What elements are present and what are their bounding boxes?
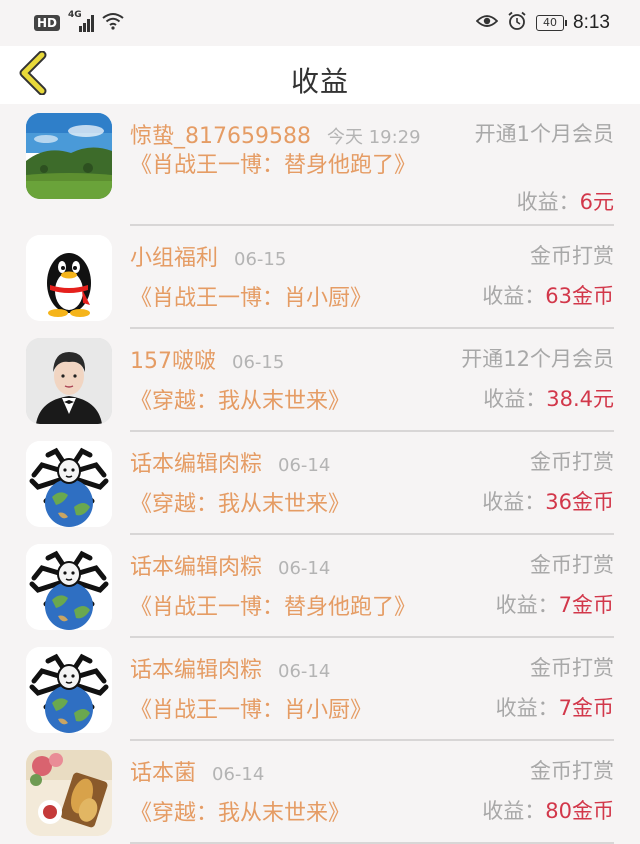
entry-action: 开通1个月会员 xyxy=(474,122,614,146)
book-title: 《穿越：我从末世来》 xyxy=(130,801,351,826)
entry-time: 06-14 xyxy=(278,455,331,476)
battery-icon: 40 xyxy=(536,15,568,31)
user-name: 话本菌 xyxy=(130,761,197,786)
entry-content: 话本编辑肉粽 06-14 金币打赏 《肖战王一博：肖小厨》 收益：7金币 xyxy=(130,652,614,741)
list-item[interactable]: 话本编辑肉粽 06-14 金币打赏 《肖战王一博：肖小厨》 收益：7金币 xyxy=(0,638,640,741)
entry-time: 06-15 xyxy=(232,352,285,373)
earning-label: 收益： xyxy=(495,696,559,720)
entry-action: 金币打赏 xyxy=(530,656,614,680)
cellular-signal-icon: 4G xyxy=(68,10,95,32)
entry-action: 金币打赏 xyxy=(530,244,614,268)
earning-value: 7金币 xyxy=(558,593,614,617)
earning: 收益：6元 xyxy=(517,186,614,216)
book-title: 《肖战王一博：肖小厨》 xyxy=(130,698,373,723)
entry-content: 惊蛰_817659588 今天 19:29 开通1个月会员 《肖战王一博：替身他跑… xyxy=(130,118,614,226)
eye-icon xyxy=(475,13,499,33)
list-item[interactable]: 惊蛰_817659588 今天 19:29 开通1个月会员 《肖战王一博：替身他跑… xyxy=(0,104,640,226)
user-name: 小组福利 xyxy=(130,246,219,271)
earning-label: 收益： xyxy=(483,387,547,411)
nav-bar: 收益 xyxy=(0,46,640,104)
wifi-icon xyxy=(102,12,124,34)
user-name: 话本编辑肉粽 xyxy=(130,555,263,580)
earning-label: 收益： xyxy=(482,799,546,823)
entry-action: 金币打赏 xyxy=(530,450,614,474)
user-name: 话本编辑肉粽 xyxy=(130,658,263,683)
page-title: 收益 xyxy=(290,65,349,98)
earning-value: 63金币 xyxy=(545,284,614,308)
entry-action: 金币打赏 xyxy=(530,759,614,783)
entry-content: 小组福利 06-15 金币打赏 《肖战王一博：肖小厨》 收益：63金币 xyxy=(130,240,614,329)
earning-label: 收益： xyxy=(482,490,546,514)
entry-content: 话本编辑肉粽 06-14 金币打赏 《肖战王一博：替身他跑了》 收益：7金币 xyxy=(130,549,614,638)
book-title: 《肖战王一博：替身他跑了》 xyxy=(130,595,417,620)
battery-level: 40 xyxy=(543,16,558,29)
earning: 收益：7金币 xyxy=(496,692,614,722)
list-item[interactable]: 小组福利 06-15 金币打赏 《肖战王一博：肖小厨》 收益：63金币 xyxy=(0,226,640,329)
avatar xyxy=(26,544,112,630)
earning-value: 7金币 xyxy=(558,696,614,720)
list-item[interactable]: 157啵啵 06-15 开通12个月会员 《穿越：我从末世来》 收益：38.4元 xyxy=(0,329,640,432)
entry-time: 06-14 xyxy=(212,764,265,785)
book-title: 《穿越：我从末世来》 xyxy=(130,492,351,517)
earning: 收益：7金币 xyxy=(496,589,614,619)
avatar xyxy=(26,647,112,733)
earning-label: 收益： xyxy=(482,284,546,308)
entry-action: 开通12个月会员 xyxy=(461,347,614,371)
entry-action: 金币打赏 xyxy=(530,553,614,577)
earning: 收益：80金币 xyxy=(482,795,614,825)
earning: 收益：36金币 xyxy=(482,486,614,516)
entry-time: 今天 19:29 xyxy=(326,127,421,148)
list-item[interactable]: 话本菌 06-14 金币打赏 《穿越：我从末世来》 收益：80金币 xyxy=(0,741,640,844)
avatar xyxy=(26,338,112,424)
status-bar: HD 4G 40 8:13 xyxy=(0,0,640,46)
earnings-list: 惊蛰_817659588 今天 19:29 开通1个月会员 《肖战王一博：替身他跑… xyxy=(0,104,640,844)
earning-label: 收益： xyxy=(516,190,580,214)
entry-time: 06-15 xyxy=(234,249,287,270)
user-name: 话本编辑肉粽 xyxy=(130,452,263,477)
earning: 收益：63金币 xyxy=(482,280,614,310)
entry-content: 157啵啵 06-15 开通12个月会员 《穿越：我从末世来》 收益：38.4元 xyxy=(130,343,614,432)
network-type-label: 4G xyxy=(68,10,82,20)
entry-time: 06-14 xyxy=(278,558,331,579)
list-item[interactable]: 话本编辑肉粽 06-14 金币打赏 《穿越：我从末世来》 收益：36金币 xyxy=(0,432,640,535)
clock-time: 8:13 xyxy=(573,12,610,33)
earning-value: 80金币 xyxy=(545,799,614,823)
user-name: 惊蛰_817659588 xyxy=(130,124,311,149)
list-item[interactable]: 话本编辑肉粽 06-14 金币打赏 《肖战王一博：替身他跑了》 收益：7金币 xyxy=(0,535,640,638)
earning-value: 36金币 xyxy=(545,490,614,514)
user-name: 157啵啵 xyxy=(130,349,216,374)
entry-content: 话本编辑肉粽 06-14 金币打赏 《穿越：我从末世来》 收益：36金币 xyxy=(130,446,614,535)
entry-content: 话本菌 06-14 金币打赏 《穿越：我从末世来》 收益：80金币 xyxy=(130,755,614,844)
avatar xyxy=(26,750,112,836)
earning-value: 6元 xyxy=(579,190,614,214)
earning: 收益：38.4元 xyxy=(483,383,614,413)
earning-value: 38.4元 xyxy=(546,387,614,411)
alarm-clock-icon xyxy=(507,11,527,35)
hd-badge: HD xyxy=(34,15,61,31)
avatar xyxy=(26,441,112,527)
avatar xyxy=(26,235,112,321)
book-title: 《肖战王一博：替身他跑了》 xyxy=(130,153,417,178)
avatar xyxy=(26,113,112,199)
book-title: 《肖战王一博：肖小厨》 xyxy=(130,286,373,311)
earning-label: 收益： xyxy=(495,593,559,617)
entry-time: 06-14 xyxy=(278,661,331,682)
book-title: 《穿越：我从末世来》 xyxy=(130,389,351,414)
